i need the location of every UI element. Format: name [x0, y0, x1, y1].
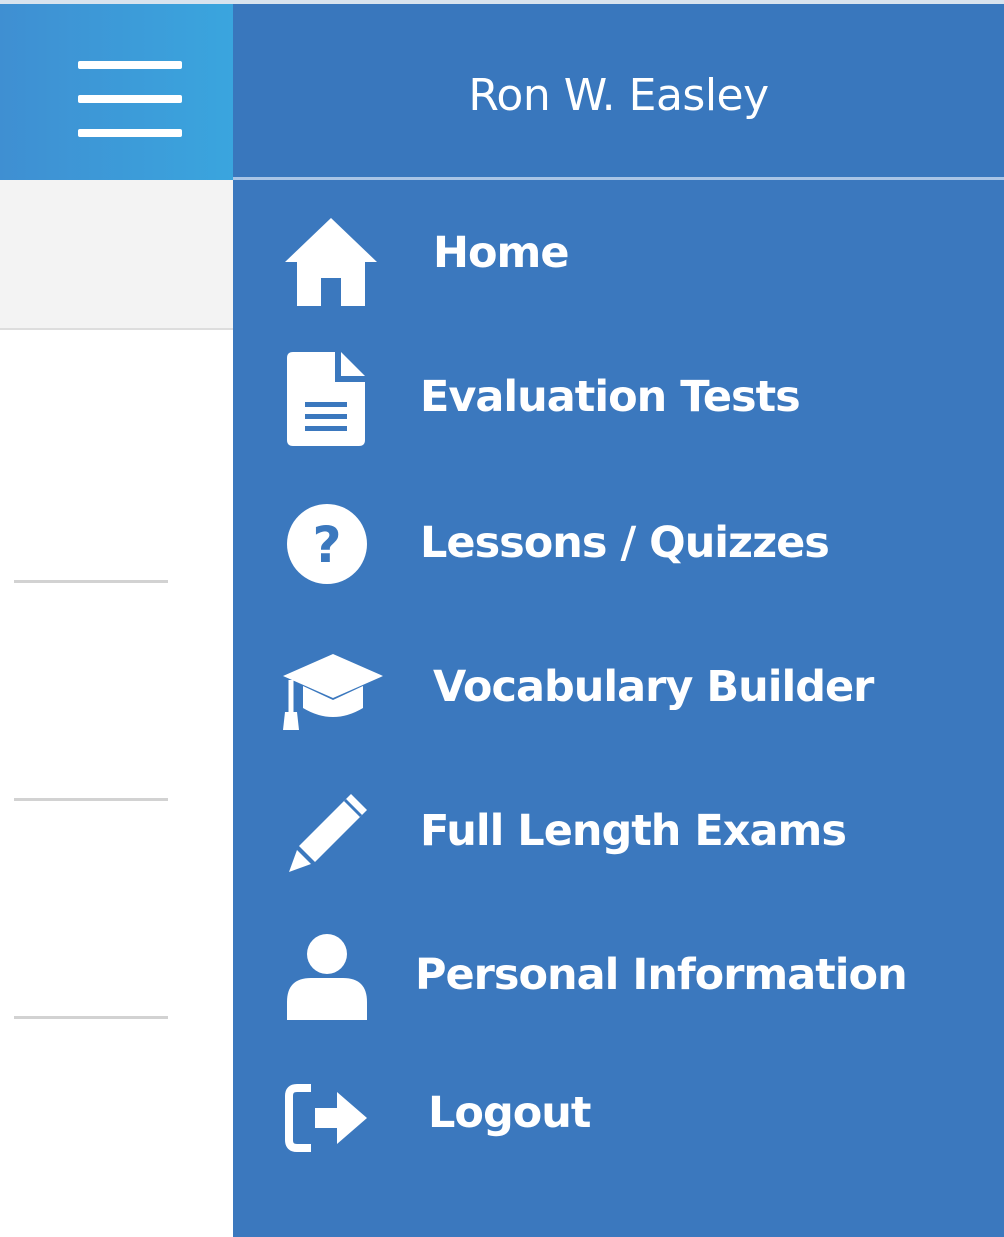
drawer-header: Ron W. Easley — [233, 4, 1004, 180]
content-divider — [14, 580, 168, 583]
nav-item-lessons-quizzes[interactable]: ? Lessons / Quizzes — [233, 490, 1004, 600]
graduation-cap-icon — [283, 646, 383, 732]
nav-item-evaluation-tests[interactable]: Evaluation Tests — [233, 344, 1004, 454]
nav-item-logout[interactable]: Logout — [233, 1066, 1004, 1176]
home-icon — [285, 216, 377, 306]
nav-item-label: Home — [433, 228, 569, 278]
user-name: Ron W. Easley — [468, 70, 769, 121]
nav-item-label: Vocabulary Builder — [433, 662, 874, 712]
app-header — [0, 0, 233, 180]
svg-text:?: ? — [312, 516, 341, 574]
pencil-icon — [289, 792, 369, 872]
nav-item-label: Lessons / Quizzes — [420, 518, 830, 568]
hamburger-bar — [78, 129, 182, 137]
document-icon — [287, 352, 365, 446]
hamburger-bar — [78, 61, 182, 69]
page-subheader — [0, 180, 233, 330]
nav-drawer: Ron W. Easley Home Evaluation Tests ? Le… — [233, 0, 1004, 1237]
question-circle-icon: ? — [287, 504, 367, 584]
nav-item-label: Full Length Exams — [420, 806, 847, 856]
nav-item-full-length-exams[interactable]: Full Length Exams — [233, 778, 1004, 888]
content-divider — [14, 798, 168, 801]
nav-item-label: Personal Information — [415, 950, 908, 1000]
nav-item-home[interactable]: Home — [233, 200, 1004, 310]
hamburger-bar — [78, 95, 182, 103]
user-icon — [287, 932, 367, 1020]
content-divider — [14, 1016, 168, 1019]
nav-item-label: Evaluation Tests — [420, 372, 801, 422]
hamburger-menu-icon[interactable] — [78, 59, 182, 143]
nav-item-vocabulary-builder[interactable]: Vocabulary Builder — [233, 634, 1004, 744]
nav-item-label: Logout — [428, 1088, 591, 1138]
nav-item-personal-information[interactable]: Personal Information — [233, 922, 1004, 1032]
logout-icon — [285, 1084, 369, 1152]
